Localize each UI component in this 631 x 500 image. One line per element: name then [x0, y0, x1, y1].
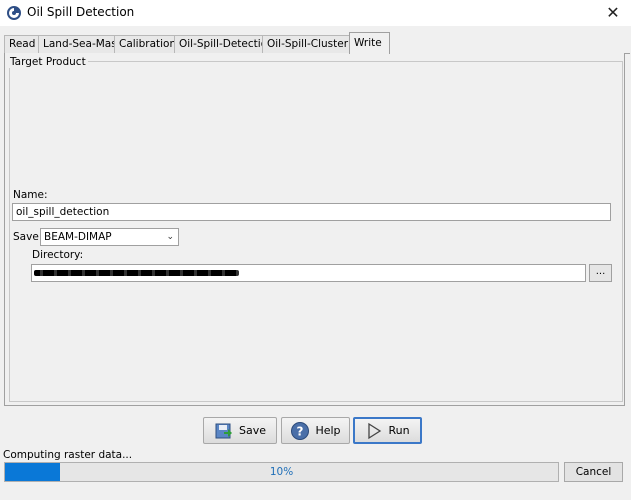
name-label: Name: — [13, 189, 48, 201]
status-text: Computing raster data... — [3, 449, 133, 461]
save-button[interactable]: Save — [203, 417, 277, 444]
tab-oil-spill-detection[interactable]: Oil-Spill-Detection — [174, 35, 274, 53]
window-title: Oil Spill Detection — [27, 5, 135, 19]
tab-read[interactable]: Read — [4, 35, 42, 53]
save-as-value: BEAM-DIMAP — [44, 231, 112, 243]
chevron-down-icon: ⌄ — [166, 232, 174, 242]
help-button[interactable]: ? Help — [281, 417, 350, 444]
name-field[interactable]: oil_spill_detection — [12, 203, 611, 221]
save-as-select[interactable]: BEAM-DIMAP ⌄ — [40, 228, 179, 246]
directory-field[interactable] — [31, 264, 586, 282]
progress-bar: 10% — [4, 462, 559, 482]
title-bar: Oil Spill Detection ✕ — [0, 0, 631, 26]
svg-text:?: ? — [297, 424, 304, 438]
help-button-label: Help — [315, 424, 341, 437]
tab-bar: Read Land-Sea-Mask Calibration Oil-Spill… — [4, 32, 630, 54]
help-icon: ? — [291, 421, 310, 440]
app-logo-icon — [7, 6, 21, 20]
run-button[interactable]: Run — [353, 417, 422, 444]
tab-write[interactable]: Write — [349, 32, 390, 54]
close-icon[interactable]: ✕ — [603, 3, 623, 23]
tab-land-sea-mask[interactable]: Land-Sea-Mask — [38, 35, 123, 53]
group-title: Target Product — [8, 56, 88, 68]
run-button-label: Run — [388, 424, 410, 437]
tab-oil-spill-clustering[interactable]: Oil-Spill-Clustering — [262, 35, 364, 53]
progress-label: 10% — [269, 466, 294, 478]
redacted-path-scribble — [34, 270, 239, 276]
save-icon — [215, 423, 232, 438]
browse-button[interactable]: ... — [589, 264, 612, 282]
cancel-button[interactable]: Cancel — [564, 462, 623, 482]
directory-label: Directory: — [32, 249, 84, 261]
tab-calibration[interactable]: Calibration — [114, 35, 177, 53]
play-icon — [368, 422, 382, 439]
save-button-label: Save — [238, 424, 266, 437]
